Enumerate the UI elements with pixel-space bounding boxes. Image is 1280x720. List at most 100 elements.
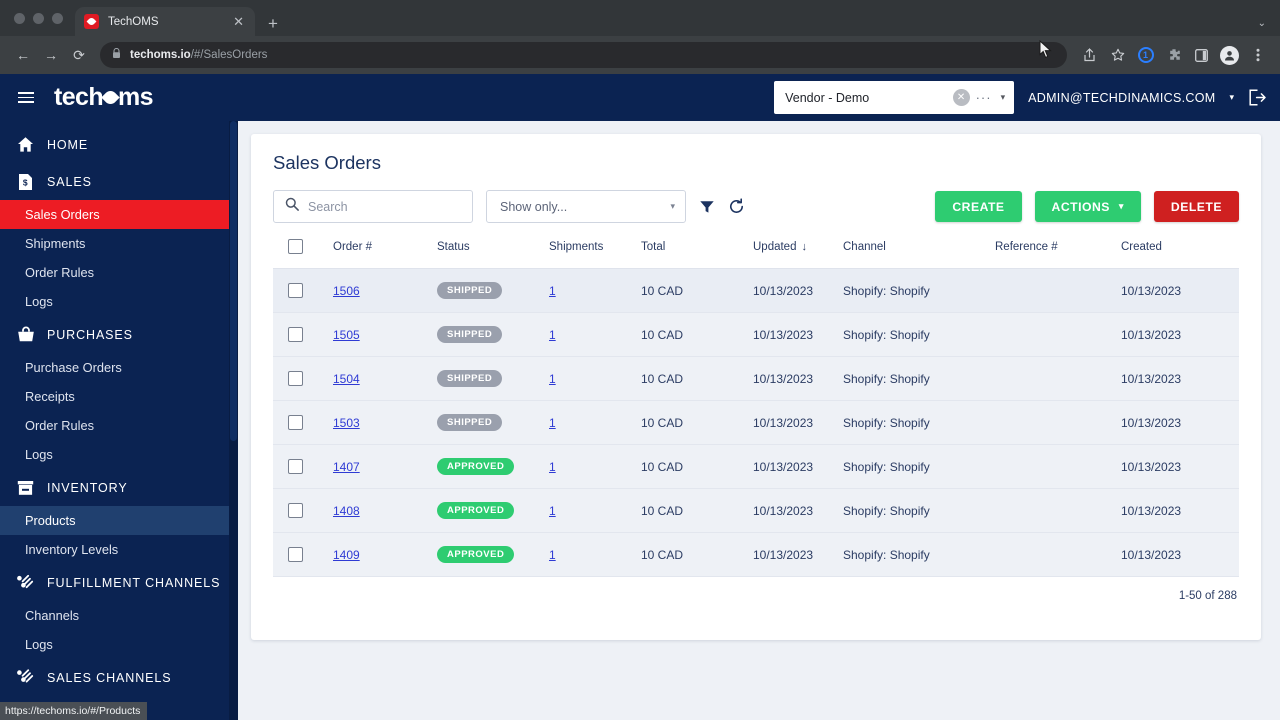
create-button[interactable]: CREATE (935, 191, 1021, 222)
logout-icon[interactable] (1248, 89, 1266, 106)
sidebar-group-inventory[interactable]: INVENTORY (0, 469, 238, 506)
user-email-label[interactable]: ADMIN@TECHDINAMICS.COM (1028, 91, 1215, 105)
table-row[interactable]: 1503SHIPPED110 CAD10/13/2023Shopify: Sho… (273, 401, 1239, 445)
table-row[interactable]: 1407APPROVED110 CAD10/13/2023Shopify: Sh… (273, 445, 1239, 489)
row-checkbox[interactable] (288, 283, 303, 298)
user-menu-chevron-down-icon[interactable]: ▾ (1229, 92, 1234, 103)
search-icon (285, 197, 299, 216)
vendor-more-icon[interactable]: ··· (974, 90, 994, 105)
sidebar-item-order-rules[interactable]: Order Rules (0, 258, 238, 287)
url-input[interactable]: techoms.io/#/SalesOrders (100, 42, 1067, 68)
sidebar-item-channels[interactable]: Channels (0, 601, 238, 630)
back-button[interactable]: ← (10, 42, 36, 68)
hamburger-menu-icon[interactable] (12, 86, 40, 109)
column-header-status[interactable]: Status (437, 239, 549, 269)
row-checkbox[interactable] (288, 503, 303, 518)
sidebar-group-sales[interactable]: $SALES (0, 163, 238, 200)
status-badge: SHIPPED (437, 282, 502, 299)
sidebar-item-inventory-levels[interactable]: Inventory Levels (0, 535, 238, 564)
onepassword-icon[interactable]: 1 (1133, 43, 1158, 68)
sidebar-item-logs[interactable]: Logs (0, 287, 238, 316)
table-row[interactable]: 1505SHIPPED110 CAD10/13/2023Shopify: Sho… (273, 313, 1239, 357)
order-link[interactable]: 1503 (333, 416, 360, 430)
row-checkbox[interactable] (288, 327, 303, 342)
column-header-reference[interactable]: Reference # (995, 239, 1121, 269)
sidebar-item-shipments[interactable]: Shipments (0, 229, 238, 258)
row-checkbox[interactable] (288, 371, 303, 386)
actions-button[interactable]: ACTIONS ▾ (1035, 191, 1141, 222)
table-row[interactable]: 1408APPROVED110 CAD10/13/2023Shopify: Sh… (273, 489, 1239, 533)
sidebar-group-sales-channels[interactable]: SALES CHANNELS (0, 659, 238, 696)
table-row[interactable]: 1409APPROVED110 CAD10/13/2023Shopify: Sh… (273, 533, 1239, 577)
column-header-created[interactable]: Created (1121, 239, 1239, 269)
side-panel-icon[interactable] (1189, 43, 1214, 68)
column-header-shipments[interactable]: Shipments (549, 239, 641, 269)
reload-button[interactable]: ⟳ (66, 42, 92, 68)
browser-toolbar-icons: 1 (1077, 43, 1270, 68)
maximize-window-button[interactable] (52, 13, 63, 24)
sidebar-group-purchases[interactable]: PURCHASES (0, 316, 238, 353)
refresh-icon[interactable] (728, 198, 745, 215)
row-checkbox[interactable] (288, 415, 303, 430)
search-box[interactable] (273, 190, 473, 223)
table-row[interactable]: 1504SHIPPED110 CAD10/13/2023Shopify: Sho… (273, 357, 1239, 401)
sidebar-item-receipts[interactable]: Receipts (0, 382, 238, 411)
close-tab-icon[interactable]: ✕ (231, 13, 246, 30)
row-checkbox[interactable] (288, 459, 303, 474)
bookmark-star-icon[interactable] (1105, 43, 1130, 68)
cell-updated: 10/13/2023 (753, 489, 843, 533)
clear-vendor-icon[interactable]: ✕ (953, 89, 970, 106)
shipments-link[interactable]: 1 (549, 548, 556, 562)
browser-tab[interactable]: TechOMS ✕ (75, 7, 255, 36)
order-link[interactable]: 1504 (333, 372, 360, 386)
table-toolbar: Show only... ▾ CREATE ACTIONS (273, 190, 1239, 239)
table-row[interactable]: 1506SHIPPED110 CAD10/13/2023Shopify: Sho… (273, 269, 1239, 313)
select-all-checkbox[interactable] (288, 239, 303, 254)
sidebar-item-purchase-orders[interactable]: Purchase Orders (0, 353, 238, 382)
filter-funnel-icon[interactable] (699, 199, 715, 215)
sidebar-group-home[interactable]: HOME (0, 126, 238, 163)
row-checkbox[interactable] (288, 547, 303, 562)
order-link[interactable]: 1506 (333, 284, 360, 298)
chrome-menu-icon[interactable] (1245, 43, 1270, 68)
vendor-select[interactable]: Vendor - Demo ✕ ··· ▾ (774, 81, 1014, 114)
forward-button[interactable]: → (38, 42, 64, 68)
share-icon[interactable] (1077, 43, 1102, 68)
shipments-link[interactable]: 1 (549, 460, 556, 474)
order-link[interactable]: 1505 (333, 328, 360, 342)
shipments-link[interactable]: 1 (549, 504, 556, 518)
sidebar-item-order-rules[interactable]: Order Rules (0, 411, 238, 440)
sidebar-group-fulfillment-channels[interactable]: FULFILLMENT CHANNELS (0, 564, 238, 601)
order-link[interactable]: 1409 (333, 548, 360, 562)
sidebar-item-sales-orders[interactable]: Sales Orders (0, 200, 238, 229)
delete-button[interactable]: DELETE (1154, 191, 1239, 222)
column-header-order[interactable]: Order # (333, 239, 437, 269)
shipments-link[interactable]: 1 (549, 328, 556, 342)
new-tab-button[interactable]: + (268, 15, 278, 32)
sidebar-item-logs[interactable]: Logs (0, 440, 238, 469)
order-link[interactable]: 1408 (333, 504, 360, 518)
minimize-window-button[interactable] (33, 13, 44, 24)
pagination-label: 1-50 of 288 (273, 577, 1239, 602)
column-header-updated[interactable]: Updated↓ (753, 239, 843, 269)
sidebar-scrollbar-thumb[interactable] (230, 121, 237, 441)
shipments-link[interactable]: 1 (549, 416, 556, 430)
sidebar-item-logs[interactable]: Logs (0, 630, 238, 659)
column-header-channel[interactable]: Channel (843, 239, 995, 269)
cell-order: 1408 (333, 489, 437, 533)
order-link[interactable]: 1407 (333, 460, 360, 474)
column-header-total[interactable]: Total (641, 239, 753, 269)
show-only-dropdown[interactable]: Show only... ▾ (486, 190, 686, 223)
chevron-down-icon[interactable]: ⌄ (1258, 18, 1266, 29)
cell-updated: 10/13/2023 (753, 401, 843, 445)
profile-avatar-icon[interactable] (1217, 43, 1242, 68)
cell-shipments: 1 (549, 445, 641, 489)
sidebar-item-products[interactable]: Products (0, 506, 238, 535)
sidebar-scrollbar-track[interactable] (229, 121, 238, 720)
shipments-link[interactable]: 1 (549, 284, 556, 298)
close-window-button[interactable] (14, 13, 25, 24)
extensions-puzzle-icon[interactable] (1161, 43, 1186, 68)
chevron-down-icon[interactable]: ▾ (998, 92, 1009, 103)
search-input[interactable] (308, 200, 461, 214)
shipments-link[interactable]: 1 (549, 372, 556, 386)
